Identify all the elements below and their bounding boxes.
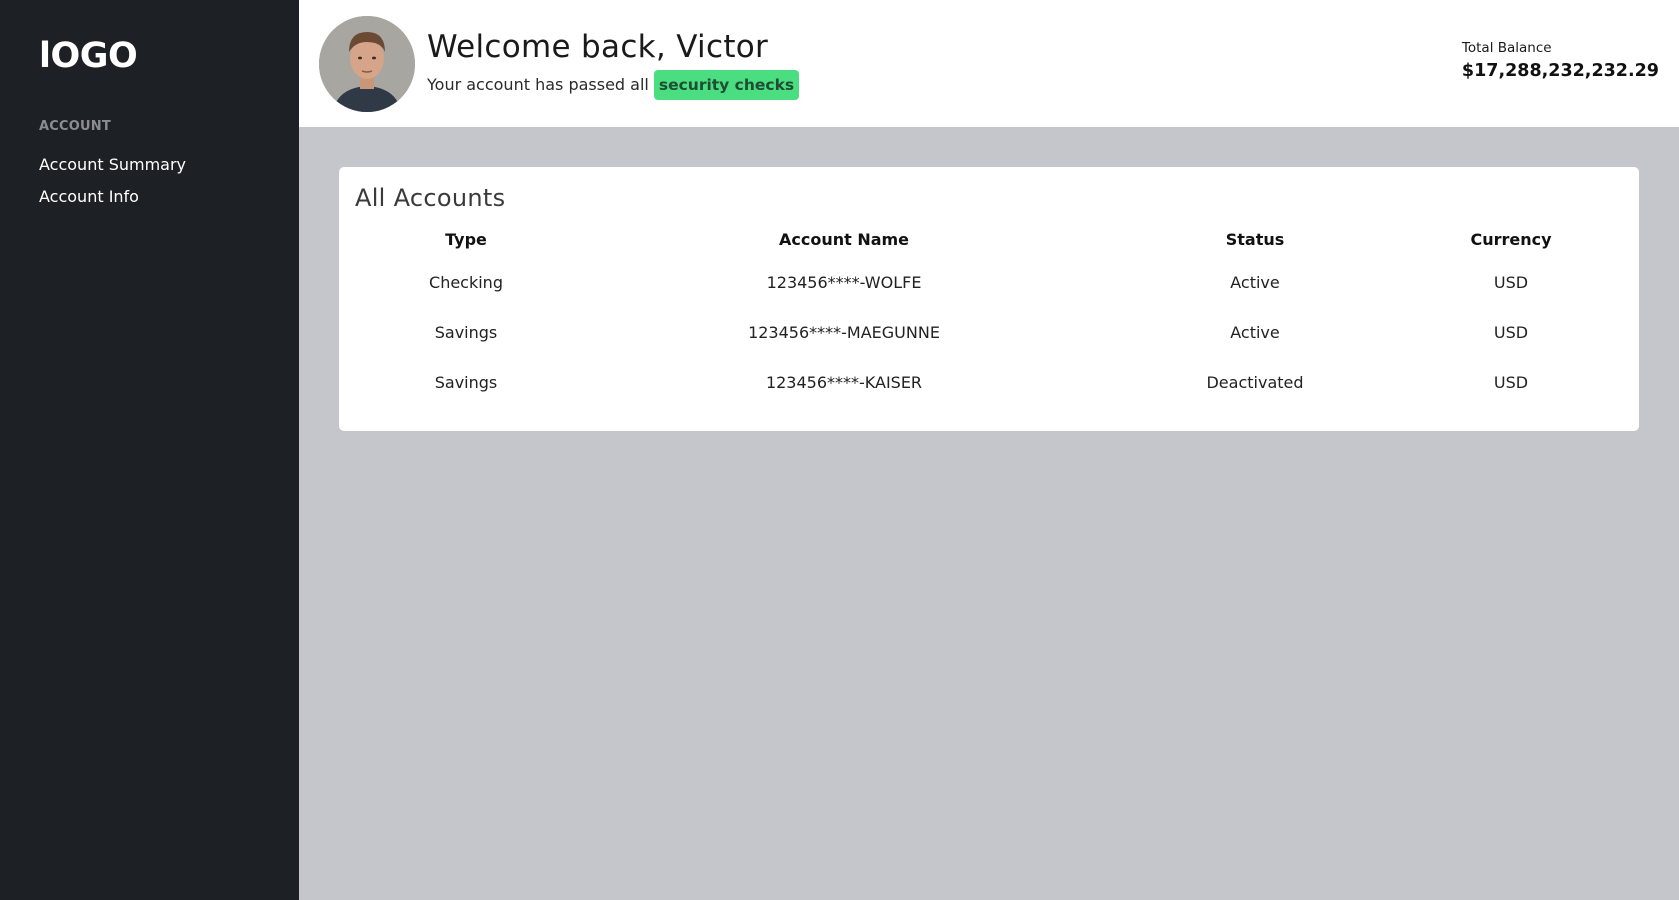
content: All Accounts Type Account Name Status Cu…	[299, 127, 1679, 431]
avatar[interactable]	[319, 15, 415, 112]
cell-currency: USD	[1493, 322, 1529, 342]
total-balance: Total Balance $17,288,232,232.29	[1462, 40, 1659, 81]
cell-status: Active	[1230, 322, 1280, 342]
welcome-heading: Welcome back, Victor	[427, 28, 769, 65]
cell-account-name: 123456****-MAEGUNNE	[748, 322, 940, 342]
app-layout: lOGO ACCOUNT Account Summary Account Inf…	[0, 0, 1679, 900]
column-header-currency: Currency	[1470, 229, 1552, 249]
total-balance-label: Total Balance	[1461, 40, 1552, 56]
table-row[interactable]: Savings 123456****-MAEGUNNE Active USD	[355, 307, 1623, 357]
security-checks-badge: security checks	[653, 69, 800, 100]
cell-type: Savings	[434, 322, 498, 342]
cell-account-name: 123456****-KAISER	[765, 372, 923, 392]
avatar-image	[319, 15, 415, 112]
accounts-table: Type Account Name Status Currency Checki…	[355, 221, 1623, 407]
column-header-type: Type	[445, 229, 487, 249]
security-status: Your account has passed all security che…	[427, 69, 800, 100]
sidebar-item-account-summary[interactable]: Account Summary	[39, 149, 299, 181]
sidebar-nav: Account Summary Account Info	[39, 149, 299, 213]
cell-status: Active	[1230, 272, 1280, 292]
cell-currency: USD	[1493, 272, 1529, 292]
table-row[interactable]: Savings 123456****-KAISER Deactivated US…	[355, 357, 1623, 407]
cell-type: Checking	[429, 272, 503, 292]
sidebar: lOGO ACCOUNT Account Summary Account Inf…	[0, 0, 299, 900]
main-area: Welcome back, Victor Your account has pa…	[299, 0, 1679, 900]
cell-type: Savings	[434, 372, 498, 392]
welcome-block: Welcome back, Victor Your account has pa…	[427, 28, 800, 100]
sidebar-section-label: ACCOUNT	[39, 119, 111, 134]
cell-status: Deactivated	[1206, 372, 1304, 392]
sidebar-item-account-info[interactable]: Account Info	[39, 181, 299, 213]
cell-currency: USD	[1493, 372, 1529, 392]
total-balance-value: $17,288,232,232.29	[1461, 61, 1659, 81]
cell-account-name: 123456****-WOLFE	[766, 272, 922, 292]
table-header-row: Type Account Name Status Currency	[355, 221, 1623, 257]
logo[interactable]: lOGO	[39, 38, 299, 74]
column-header-account-name: Account Name	[778, 229, 910, 249]
header: Welcome back, Victor Your account has pa…	[299, 0, 1679, 127]
accounts-card: All Accounts Type Account Name Status Cu…	[339, 167, 1639, 431]
column-header-status: Status	[1225, 229, 1285, 249]
table-row[interactable]: Checking 123456****-WOLFE Active USD	[355, 257, 1623, 307]
accounts-title: All Accounts	[355, 184, 506, 212]
security-status-text: Your account has passed all	[427, 75, 649, 94]
